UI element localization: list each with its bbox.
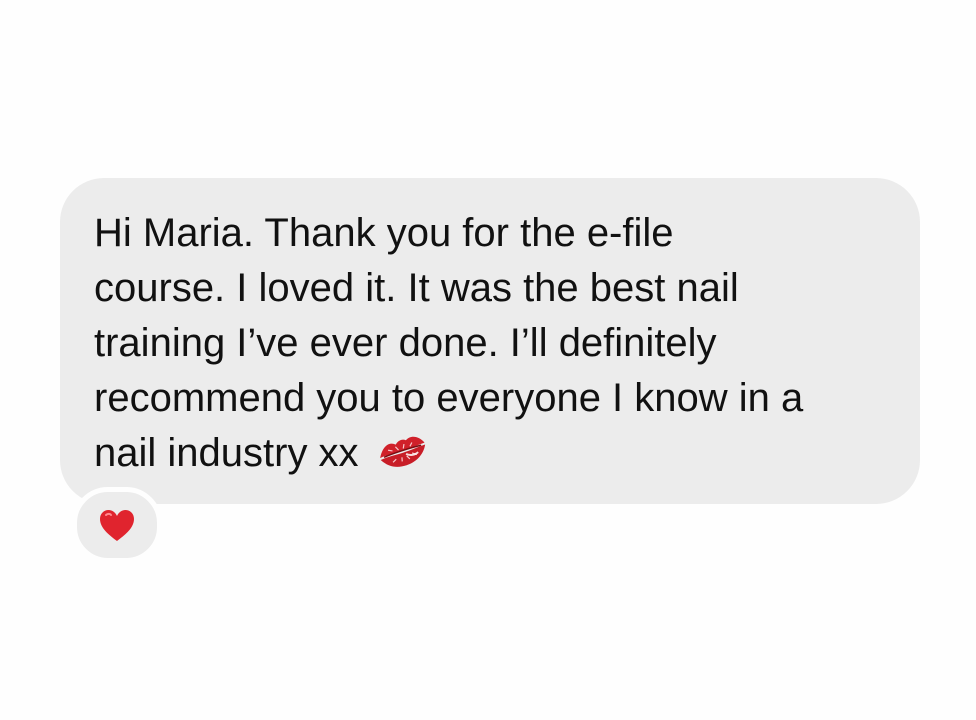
message-line: recommend you to everyone I know in a: [94, 376, 804, 420]
message-line: Hi Maria. Thank you for the e-file: [94, 211, 674, 255]
received-message-bubble[interactable]: Hi Maria. Thank you for the e-file cours…: [60, 178, 920, 504]
message-line: training I’ve ever done. I’ll definitely: [94, 321, 717, 365]
message-reaction[interactable]: [72, 487, 162, 563]
red-heart-icon: [100, 510, 134, 541]
chat-screen: Hi Maria. Thank you for the e-file cours…: [0, 0, 976, 720]
message-line-text: nail industry xx: [94, 431, 359, 475]
message-last-line: nail industry xx: [94, 426, 890, 481]
message-line: course. I loved it. It was the best nail: [94, 266, 739, 310]
kiss-mark-icon: [379, 436, 425, 467]
